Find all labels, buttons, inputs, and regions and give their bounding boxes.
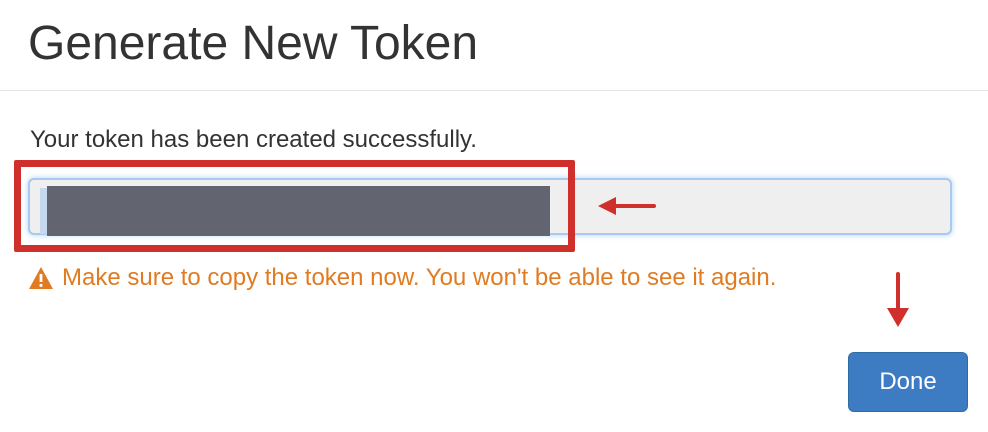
arrow-left-icon <box>598 197 656 215</box>
warning-triangle-icon <box>29 267 53 289</box>
done-button[interactable]: Done <box>848 352 968 412</box>
copy-warning: Make sure to copy the token now. You won… <box>28 263 776 293</box>
arrow-down-icon <box>887 272 909 327</box>
token-highlight-annotation <box>14 160 575 252</box>
success-message: Your token has been created successfully… <box>30 126 477 153</box>
dialog-header: Generate New Token <box>0 0 988 91</box>
generate-token-dialog: Generate New Token Your token has been c… <box>0 0 988 432</box>
dialog-title: Generate New Token <box>28 17 479 70</box>
warning-text: Make sure to copy the token now. You won… <box>62 264 777 291</box>
